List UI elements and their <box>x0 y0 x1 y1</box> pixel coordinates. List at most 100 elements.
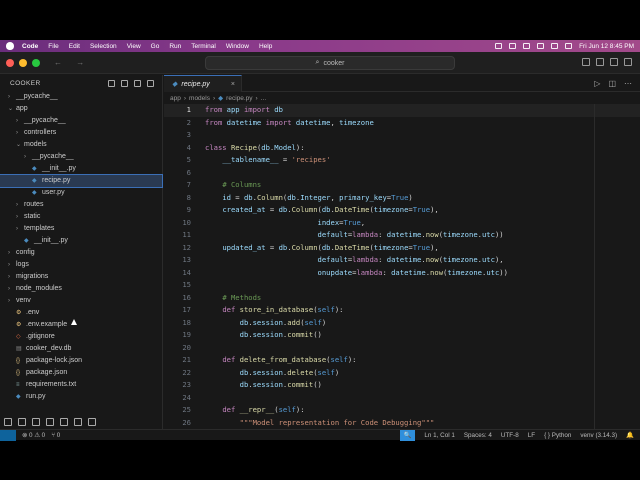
tree-folder[interactable]: › __pycache__ <box>0 151 162 163</box>
code-line[interactable]: 21 def delete_from_database(self): <box>164 354 640 367</box>
code-line[interactable]: 7 # Columns <box>164 179 640 192</box>
minimize-window-button[interactable] <box>19 58 27 67</box>
code-line[interactable]: 22 db.session.delete(self) <box>164 367 640 380</box>
python-icon[interactable] <box>88 418 96 426</box>
source-control-icon[interactable] <box>32 418 40 426</box>
explorer-icon[interactable] <box>4 418 12 426</box>
tree-folder[interactable]: › controllers <box>0 127 162 139</box>
code-line[interactable]: 2 from datetime import datetime, timezone <box>164 117 640 130</box>
code-line[interactable]: 19 db.session.commit() <box>164 329 640 342</box>
tree-folder[interactable]: › logs <box>0 259 162 271</box>
toggle-sidebar-icon[interactable] <box>582 58 590 66</box>
video-icon[interactable] <box>495 43 503 49</box>
run-debug-icon[interactable] <box>46 418 54 426</box>
code-line[interactable]: 20 <box>164 342 640 355</box>
tree-file[interactable]: ◆ __init__.py <box>0 235 162 247</box>
close-window-button[interactable] <box>6 58 14 67</box>
tree-file[interactable]: ⚙ .env <box>0 307 162 319</box>
code-line[interactable]: 15 <box>164 279 640 292</box>
zoom-indicator[interactable]: 🔍 <box>399 429 416 441</box>
code-line[interactable]: 3 <box>164 129 640 142</box>
menu-go[interactable]: Go <box>151 43 160 50</box>
tree-folder[interactable]: ⌄ app <box>0 103 162 115</box>
code-line[interactable]: 8 id = db.Column(db.Integer, primary_key… <box>164 192 640 205</box>
tree-folder[interactable]: › node_modules <box>0 283 162 295</box>
breadcrumb-file[interactable]: recipe.py <box>226 95 252 102</box>
tree-folder[interactable]: › migrations <box>0 271 162 283</box>
code-line[interactable]: 10 index=True, <box>164 217 640 230</box>
code-line[interactable]: 6 <box>164 167 640 180</box>
control-center-icon[interactable] <box>565 43 573 49</box>
new-folder-icon[interactable] <box>121 79 128 87</box>
encoding[interactable]: UTF-8 <box>501 432 519 439</box>
run-python-icon[interactable]: ▷ <box>594 79 600 88</box>
split-editor-icon[interactable]: ◫ <box>608 79 616 88</box>
code-line[interactable]: 1 from app import db <box>164 104 640 117</box>
code-line[interactable]: 5 __tablename__ = 'recipes' <box>164 154 640 167</box>
line-endings[interactable]: LF <box>528 432 535 439</box>
code-line[interactable]: 24 <box>164 392 640 405</box>
zoom-window-button[interactable] <box>32 58 40 67</box>
tree-folder[interactable]: › config <box>0 247 162 259</box>
code-editor[interactable]: 1 from app import db 2 from datetime import… <box>164 104 640 431</box>
toggle-panel-icon[interactable] <box>596 58 604 66</box>
tree-folder[interactable]: › __pycache__ <box>0 115 162 127</box>
menu-run[interactable]: Run <box>169 43 181 50</box>
tree-folder[interactable]: › __pycache__ <box>0 91 162 103</box>
battery-icon[interactable] <box>523 43 531 49</box>
wifi-icon[interactable] <box>537 43 545 49</box>
new-file-icon[interactable] <box>108 79 115 87</box>
tree-file[interactable]: ◆ user.py <box>0 187 162 199</box>
tree-file[interactable]: ◆ run.py <box>0 391 162 403</box>
tree-file[interactable]: {} package-lock.json <box>0 355 162 367</box>
customize-layout-icon[interactable] <box>624 58 632 66</box>
menu-window[interactable]: Window <box>226 43 249 50</box>
menubar-clock[interactable]: Fri Jun 12 8:45 PM <box>579 43 634 50</box>
notifications-icon[interactable]: 🔔 <box>626 431 634 439</box>
toggle-secondary-sidebar-icon[interactable] <box>610 58 618 66</box>
menu-help[interactable]: Help <box>259 43 272 50</box>
nav-arrows[interactable]: ← → <box>54 58 90 67</box>
breadcrumb-app[interactable]: app <box>170 95 181 102</box>
menu-app[interactable]: Code <box>22 43 38 50</box>
tab-recipe-py[interactable]: ◆ recipe.py × <box>164 75 242 92</box>
tree-file[interactable]: {} package.json <box>0 367 162 379</box>
tree-folder[interactable]: › templates <box>0 223 162 235</box>
more-actions-icon[interactable]: ⋯ <box>624 79 632 88</box>
cursor-position[interactable]: Ln 1, Col 1 <box>424 432 454 439</box>
code-line[interactable]: 13 default=lambda: datetime.now(timezone… <box>164 254 640 267</box>
code-line[interactable]: 9 created_at = db.Column(db.DateTime(tim… <box>164 204 640 217</box>
menu-file[interactable]: File <box>48 43 58 50</box>
menu-selection[interactable]: Selection <box>90 43 117 50</box>
tree-folder[interactable]: › routes <box>0 199 162 211</box>
tree-file[interactable]: ◆ recipe.py <box>0 174 163 188</box>
code-line[interactable]: 23 db.session.commit() <box>164 379 640 392</box>
refresh-icon[interactable] <box>134 79 141 87</box>
breadcrumb-models[interactable]: models <box>189 95 210 102</box>
ports-indicator[interactable]: ⑂ 0 <box>51 432 60 439</box>
code-line[interactable]: 25 def __repr__(self): <box>164 404 640 417</box>
tree-file[interactable]: ◇ .gitignore <box>0 331 162 343</box>
collapse-all-icon[interactable] <box>147 79 154 87</box>
code-line[interactable]: 4 class Recipe(db.Model): <box>164 142 640 155</box>
code-line[interactable]: 26 """Model representation for Code Debu… <box>164 417 640 430</box>
code-line[interactable]: 16 # Methods <box>164 292 640 305</box>
remote-indicator[interactable] <box>0 429 16 441</box>
language-mode[interactable]: { } Python <box>544 432 571 439</box>
code-line[interactable]: 12 updated_at = db.Column(db.DateTime(ti… <box>164 242 640 255</box>
menu-edit[interactable]: Edit <box>69 43 80 50</box>
extensions-icon[interactable] <box>60 418 68 426</box>
tree-folder[interactable]: ⌄ models <box>0 139 162 151</box>
apple-icon[interactable] <box>6 42 14 50</box>
code-line[interactable]: 18 db.session.add(self) <box>164 317 640 330</box>
command-center[interactable]: ⌕ cooker <box>205 56 455 70</box>
tree-folder[interactable]: › static <box>0 211 162 223</box>
problems-indicator[interactable]: ⊗ 0 ⚠ 0 <box>22 432 45 439</box>
tree-file[interactable]: ▤ cooker_dev.db <box>0 343 162 355</box>
code-line[interactable]: 17 def store_in_database(self): <box>164 304 640 317</box>
breadcrumb-symbol[interactable]: ... <box>261 95 266 102</box>
menu-terminal[interactable]: Terminal <box>191 43 216 50</box>
code-line[interactable]: 11 default=lambda: datetime.now(timezone… <box>164 229 640 242</box>
code-line[interactable]: 14 onupdate=lambda: datetime.now(timezon… <box>164 267 640 280</box>
tree-file[interactable]: ◆ __init__.py <box>0 163 162 175</box>
